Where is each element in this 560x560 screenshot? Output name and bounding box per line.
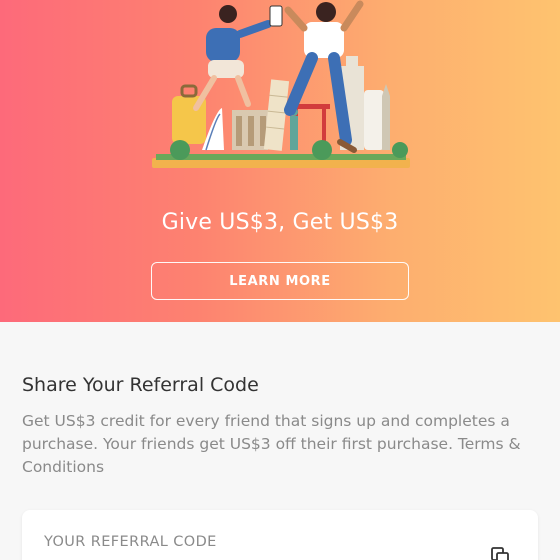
learn-more-button[interactable]: LEARN MORE [151, 262, 409, 300]
referral-hero-banner: Give US$3, Get US$3 LEARN MORE [0, 0, 560, 322]
referral-code-label: YOUR REFERRAL CODE [44, 534, 217, 550]
section-title: Share Your Referral Code [22, 374, 259, 396]
copy-icon[interactable] [490, 546, 512, 560]
referral-code-card: YOUR REFERRAL CODE [22, 510, 538, 560]
section-description: Get US$3 credit for every friend that si… [22, 412, 521, 476]
share-section: Share Your Referral Code Get US$3 credit… [0, 322, 560, 560]
referral-headline: Give US$3, Get US$3 [161, 210, 399, 235]
travel-friends-illustration [152, 0, 410, 168]
